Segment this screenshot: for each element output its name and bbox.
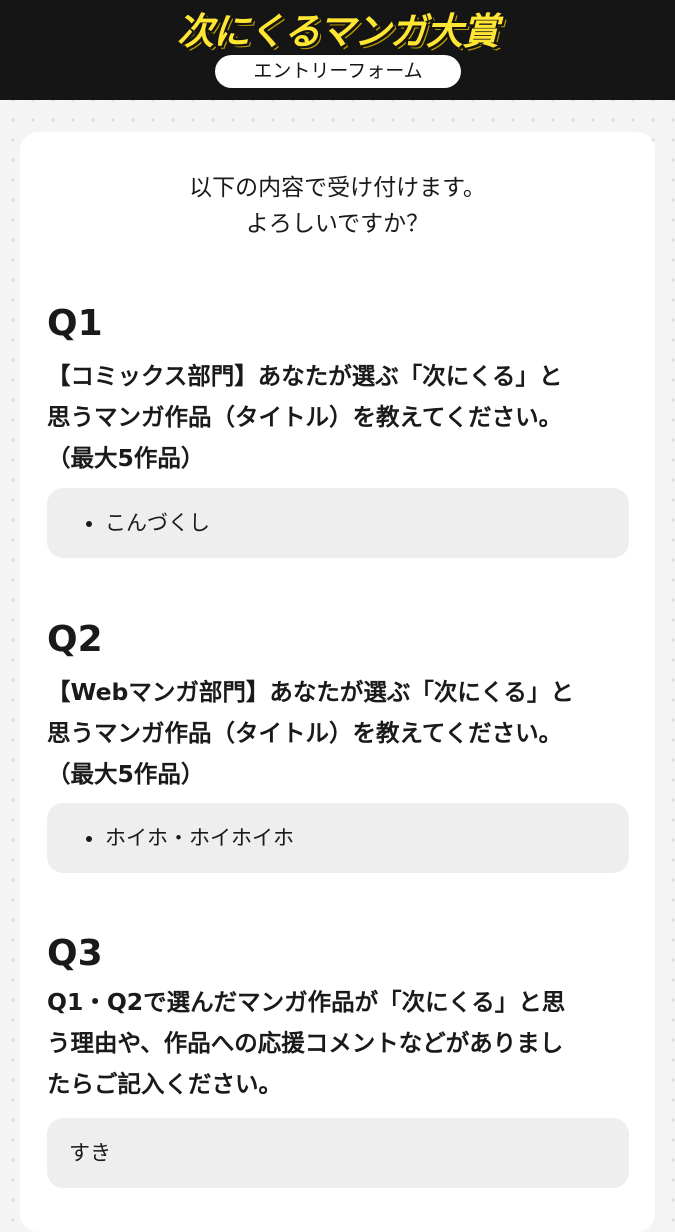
question-text-line: 思うマンガ作品（タイトル）を教えてください。 — [47, 403, 563, 431]
answer-box: ホイホ・ホイホイホ — [47, 803, 629, 873]
award-logo: 次にくるマンガ大賞 — [176, 10, 499, 53]
confirmation-card: 以下の内容で受け付けます。 よろしいですか？ Q1 【コミックス部門】あなたが選… — [20, 132, 655, 1232]
answer-list: ホイホ・ホイホイホ — [47, 803, 629, 873]
question-text-line: Q1・Q2で選んだマンガ作品が「次にくる」と思 — [47, 988, 566, 1016]
question-text-line: 思うマンガ作品（タイトル）を教えてください。 — [47, 719, 563, 747]
question-text-line: 【コミックス部門】あなたが選ぶ「次にくる」と — [47, 362, 563, 390]
confirmation-message-line: よろしいですか？ — [245, 211, 430, 237]
entry-form-badge: エントリーフォーム — [215, 55, 461, 88]
question-text: 【Webマンガ部門】あなたが選ぶ「次にくる」と 思うマンガ作品（タイトル）を教え… — [47, 672, 637, 795]
question-number: Q3 — [47, 933, 103, 974]
question-text-line: （最大5作品） — [47, 444, 205, 472]
question-text-line: （最大5作品） — [47, 760, 205, 788]
confirmation-message: 以下の内容で受け付けます。 よろしいですか？ — [20, 170, 655, 242]
answer-list: こんづくし — [47, 488, 629, 558]
answer-box: こんづくし — [47, 488, 629, 558]
question-text-line: たらご記入ください。 — [47, 1070, 282, 1098]
question-number: Q1 — [47, 303, 103, 344]
site-header: 次にくるマンガ大賞 エントリーフォーム — [0, 0, 675, 100]
answer-item: ホイホ・ホイホイホ — [105, 803, 629, 873]
question-text: 【コミックス部門】あなたが選ぶ「次にくる」と 思うマンガ作品（タイトル）を教えて… — [47, 356, 637, 479]
question-text-line: 【Webマンガ部門】あなたが選ぶ「次にくる」と — [47, 678, 574, 706]
answer-box: すき — [47, 1118, 629, 1188]
question-text-line: う理由や、作品への応援コメントなどがありまし — [47, 1029, 564, 1057]
question-number: Q2 — [47, 619, 103, 660]
confirmation-message-line: 以下の内容で受け付けます。 — [189, 175, 486, 201]
answer-item: こんづくし — [105, 488, 629, 558]
answer-text: すき — [69, 1141, 111, 1165]
question-text: Q1・Q2で選んだマンガ作品が「次にくる」と思 う理由や、作品への応援コメントな… — [47, 982, 637, 1105]
